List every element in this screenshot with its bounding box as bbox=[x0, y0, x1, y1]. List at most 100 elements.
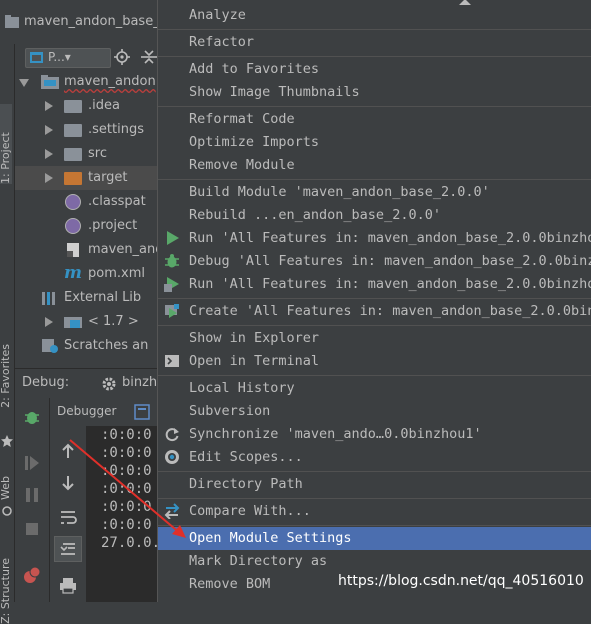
stop-icon[interactable] bbox=[23, 520, 41, 538]
tree-item-file[interactable]: m pom.xml bbox=[15, 262, 158, 286]
menu-item-remove-module[interactable]: Remove Module bbox=[158, 154, 591, 177]
menu-item-label: Compare With... bbox=[189, 503, 311, 519]
pause-icon[interactable] bbox=[23, 486, 41, 504]
tree-item-folder[interactable]: .settings bbox=[15, 118, 158, 142]
tab-web[interactable]: Web bbox=[0, 476, 12, 500]
chevron-right-icon[interactable] bbox=[45, 317, 53, 327]
menu-item-label: Open in Terminal bbox=[189, 353, 320, 369]
tree-item-folder[interactable]: .idea bbox=[15, 94, 158, 118]
console-line: :0:0:0 bbox=[101, 481, 152, 497]
menu-item-label: Show in Explorer bbox=[189, 330, 320, 346]
menu-item-add-to-favorites[interactable]: Add to Favorites bbox=[158, 58, 591, 81]
menu-item-create-configuration[interactable]: Create 'All Features in: maven_andon_bas… bbox=[158, 300, 591, 323]
menu-item-refactor[interactable]: Refactor bbox=[158, 31, 591, 54]
web-icon bbox=[2, 506, 12, 516]
menu-separator bbox=[158, 498, 591, 499]
folder-icon bbox=[64, 100, 82, 113]
view-breakpoints-icon[interactable] bbox=[23, 566, 41, 584]
menu-item-compare-with[interactable]: Compare With... bbox=[158, 500, 591, 523]
debug-left-toolbar bbox=[15, 398, 50, 602]
locate-icon[interactable] bbox=[114, 49, 130, 65]
menu-item-label: Reformat Code bbox=[189, 111, 295, 127]
menu-item-label: Local History bbox=[189, 380, 295, 396]
scroll-to-end-button[interactable] bbox=[54, 536, 82, 562]
menu-item-debug[interactable]: Debug 'All Features in: maven_andon_base… bbox=[158, 250, 591, 273]
menu-item-mark-directory-as[interactable]: Mark Directory as bbox=[158, 550, 591, 573]
menu-item-open-module-settings[interactable]: Open Module Settings bbox=[158, 527, 591, 550]
tree-item-label: maven_andon bbox=[64, 74, 156, 89]
menu-item-rebuild[interactable]: Rebuild ...en_andon_base_2.0.0' bbox=[158, 204, 591, 227]
chevron-right-icon[interactable] bbox=[45, 173, 53, 183]
menu-item-run-with-coverage[interactable]: Run 'All Features in: maven_andon_base_2… bbox=[158, 273, 591, 296]
menu-separator bbox=[158, 298, 591, 299]
menu-item-label: Synchronize 'maven_ando…0.0binzhou1' bbox=[189, 426, 482, 442]
menu-item-edit-scopes[interactable]: Edit Scopes... bbox=[158, 446, 591, 469]
menu-item-reformat-code[interactable]: Reformat Code bbox=[158, 108, 591, 131]
tree-item-folder-selected[interactable]: target bbox=[15, 166, 158, 190]
tree-item-label: < 1.7 > bbox=[88, 314, 139, 329]
menu-item-local-history[interactable]: Local History bbox=[158, 377, 591, 400]
debug-toolwindow-header: Debug: binzh bbox=[15, 368, 158, 400]
tab-structure[interactable]: Z: Structure bbox=[0, 558, 12, 624]
arrow-up-icon[interactable] bbox=[59, 442, 77, 460]
tree-item-libraries[interactable]: External Lib bbox=[15, 286, 158, 310]
menu-item-show-image-thumbnails[interactable]: Show Image Thumbnails bbox=[158, 81, 591, 104]
console-tab-icon[interactable] bbox=[134, 404, 150, 420]
menu-item-label: Run 'All Features in: maven_andon_base_2… bbox=[189, 230, 591, 246]
menu-item-optimize-imports[interactable]: Optimize Imports bbox=[158, 131, 591, 154]
menu-item-show-in-explorer[interactable]: Show in Explorer bbox=[158, 327, 591, 350]
menu-item-build-module[interactable]: Build Module 'maven_andon_base_2.0.0' bbox=[158, 181, 591, 204]
project-view-selector[interactable]: P...▾ bbox=[25, 48, 111, 68]
debug-label: Debug: bbox=[22, 375, 70, 390]
print-icon[interactable] bbox=[59, 576, 77, 594]
menu-item-analyze[interactable]: Analyze bbox=[158, 4, 591, 27]
menu-item-label: Edit Scopes... bbox=[189, 449, 303, 465]
tab-project[interactable]: 1: Project bbox=[0, 104, 12, 184]
coverage-icon bbox=[164, 277, 179, 292]
chevron-right-icon[interactable] bbox=[45, 101, 53, 111]
tab-debugger[interactable]: Debugger bbox=[57, 404, 116, 418]
soft-wrap-icon[interactable] bbox=[59, 508, 77, 526]
excluded-folder-icon bbox=[64, 172, 82, 185]
iml-file-icon bbox=[67, 243, 79, 257]
library-icon bbox=[42, 292, 55, 305]
chevron-down-icon[interactable] bbox=[19, 79, 29, 87]
console-toolbar bbox=[50, 426, 87, 602]
eclipse-file-icon bbox=[65, 218, 81, 234]
menu-item-synchronize[interactable]: Synchronize 'maven_ando…0.0binzhou1' bbox=[158, 423, 591, 446]
collapse-all-icon[interactable] bbox=[141, 49, 157, 65]
tree-item-file[interactable]: maven_and bbox=[15, 238, 164, 262]
tab-favorites[interactable]: 2: Favorites bbox=[0, 344, 12, 408]
console-line: :0:0:0 bbox=[101, 427, 152, 443]
module-folder-icon bbox=[41, 75, 59, 89]
menu-item-open-in-terminal[interactable]: Open in Terminal bbox=[158, 350, 591, 373]
menu-item-directory-path[interactable]: Directory Path bbox=[158, 473, 591, 496]
console-line: :0:0:0 bbox=[101, 445, 152, 461]
console-output: :0:0:0 :0:0:0 :0:0:0 :0:0:0 :0:0:0 :0:0:… bbox=[87, 426, 160, 602]
debug-tabs: Debugger bbox=[50, 398, 158, 427]
menu-item-subversion[interactable]: Subversion bbox=[158, 400, 591, 423]
window-title-bar: maven_andon_base_ bbox=[0, 0, 160, 45]
debug-config-tab[interactable]: binzh bbox=[122, 375, 157, 390]
tree-item-file[interactable]: .project bbox=[15, 214, 158, 238]
menu-item-run[interactable]: Run 'All Features in: maven_andon_base_2… bbox=[158, 227, 591, 250]
tree-item-label: .project bbox=[88, 218, 138, 233]
star-icon bbox=[1, 435, 13, 447]
tree-item-scratches[interactable]: Scratches an bbox=[15, 334, 158, 358]
tree-item-folder[interactable]: src bbox=[15, 142, 158, 166]
console-line: :0:0:0 bbox=[101, 517, 152, 533]
chevron-right-icon[interactable] bbox=[45, 125, 53, 135]
project-view-icon bbox=[30, 52, 43, 63]
tree-item-module[interactable]: maven_andon bbox=[15, 70, 158, 94]
rerun-debug-icon[interactable] bbox=[23, 408, 41, 426]
tree-item-jdk[interactable]: < 1.7 > bbox=[15, 310, 158, 334]
eclipse-file-icon bbox=[65, 194, 81, 210]
chevron-right-icon[interactable] bbox=[45, 149, 53, 159]
gear-icon[interactable] bbox=[101, 376, 117, 392]
menu-item-label: Remove Module bbox=[189, 157, 295, 173]
project-view-header: P...▾ bbox=[15, 44, 158, 71]
resume-icon[interactable] bbox=[23, 454, 41, 472]
tree-item-file[interactable]: .classpat bbox=[15, 190, 158, 214]
sync-icon bbox=[165, 428, 179, 442]
arrow-down-icon[interactable] bbox=[59, 474, 77, 492]
